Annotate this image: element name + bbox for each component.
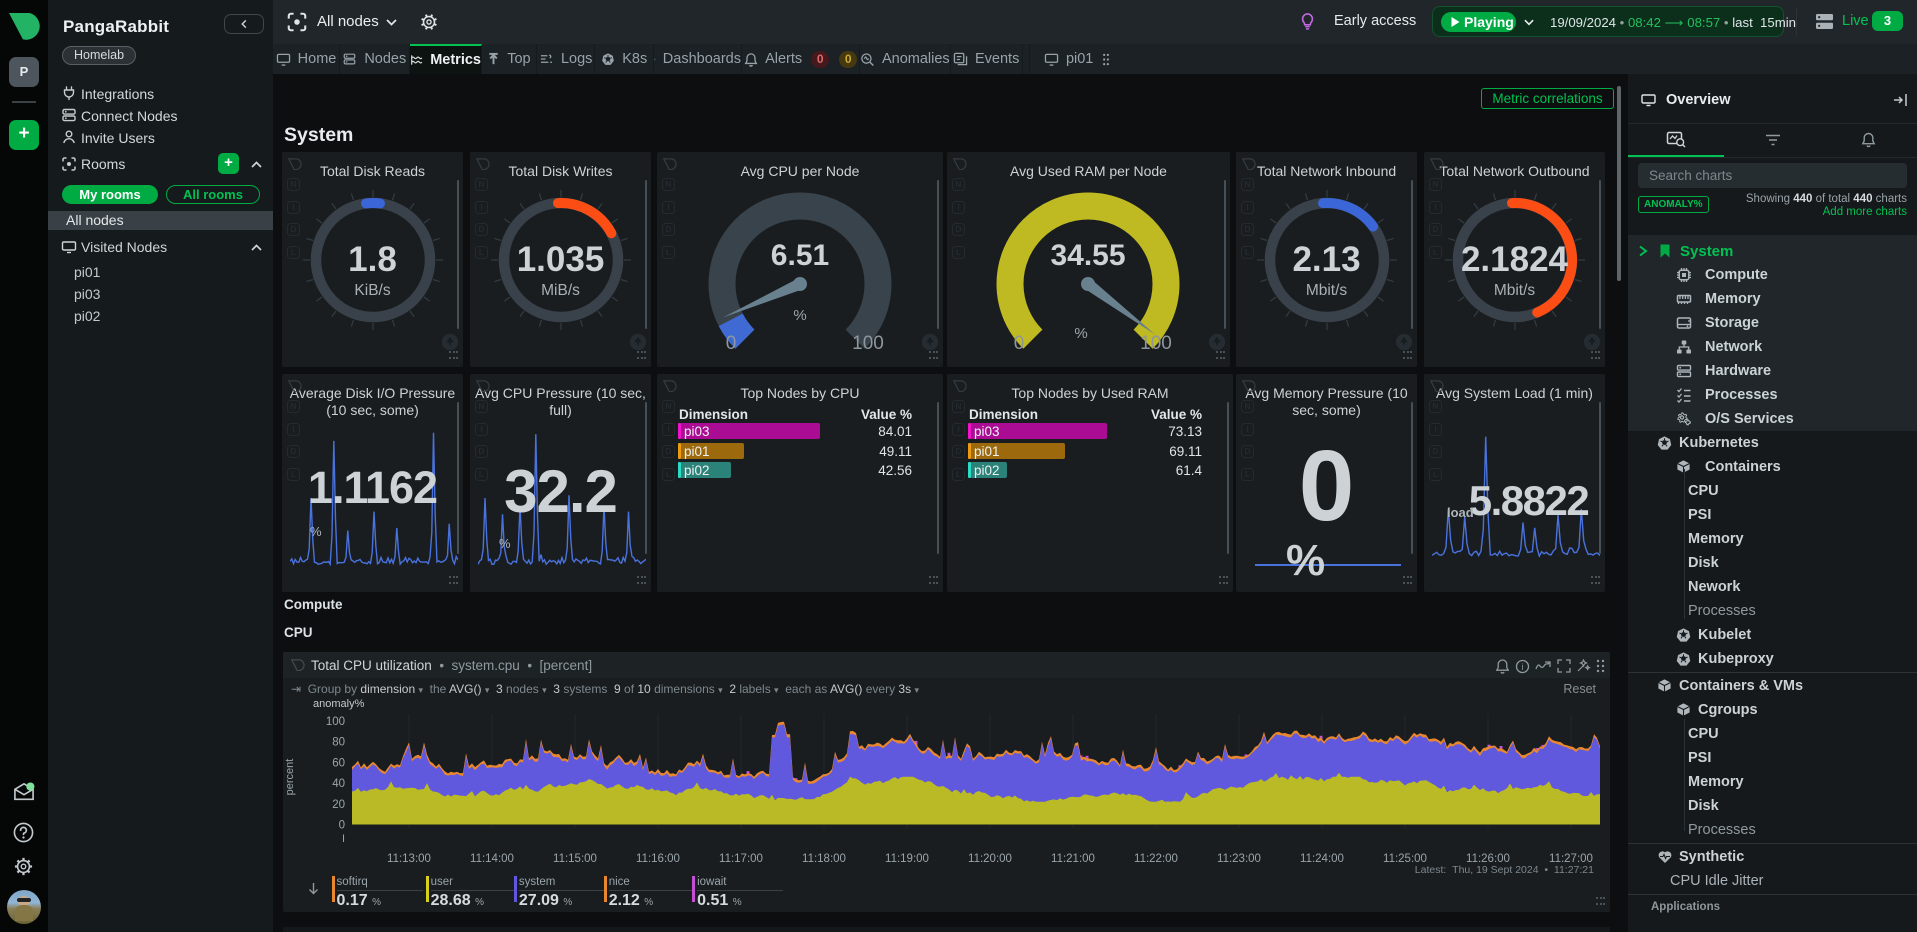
svg-text:80: 80 — [332, 737, 345, 749]
svg-text:0: 0 — [339, 820, 345, 832]
svg-text:100: 100 — [326, 716, 345, 728]
svg-text:11:16:00: 11:16:00 — [636, 853, 680, 865]
svg-text:40: 40 — [332, 778, 345, 790]
svg-text:%: % — [1074, 325, 1087, 342]
svg-text:11:15:00: 11:15:00 — [553, 853, 597, 865]
svg-text:I: I — [342, 833, 345, 845]
svg-text:percent: percent — [284, 759, 296, 796]
svg-text:11:19:00: 11:19:00 — [885, 853, 929, 865]
svg-text:11:20:00: 11:20:00 — [968, 853, 1012, 865]
svg-text:11:18:00: 11:18:00 — [802, 853, 846, 865]
svg-text:11:22:00: 11:22:00 — [1134, 853, 1178, 865]
svg-text:11:17:00: 11:17:00 — [719, 853, 763, 865]
svg-text:11:23:00: 11:23:00 — [1217, 853, 1261, 865]
svg-text:anomaly%: anomaly% — [313, 698, 365, 710]
svg-text:100: 100 — [852, 333, 884, 354]
svg-text:6.51: 6.51 — [771, 239, 829, 272]
svg-text:60: 60 — [332, 757, 345, 769]
svg-text:0: 0 — [1014, 333, 1025, 354]
svg-text:100: 100 — [1140, 333, 1172, 354]
svg-text:%: % — [793, 307, 806, 324]
svg-text:20: 20 — [332, 799, 345, 811]
svg-text:0: 0 — [726, 333, 737, 354]
svg-text:34.55: 34.55 — [1050, 239, 1125, 272]
svg-text:11:24:00: 11:24:00 — [1300, 853, 1344, 865]
svg-text:11:13:00: 11:13:00 — [387, 853, 431, 865]
svg-text:11:14:00: 11:14:00 — [470, 853, 514, 865]
svg-text:11:21:00: 11:21:00 — [1051, 853, 1095, 865]
